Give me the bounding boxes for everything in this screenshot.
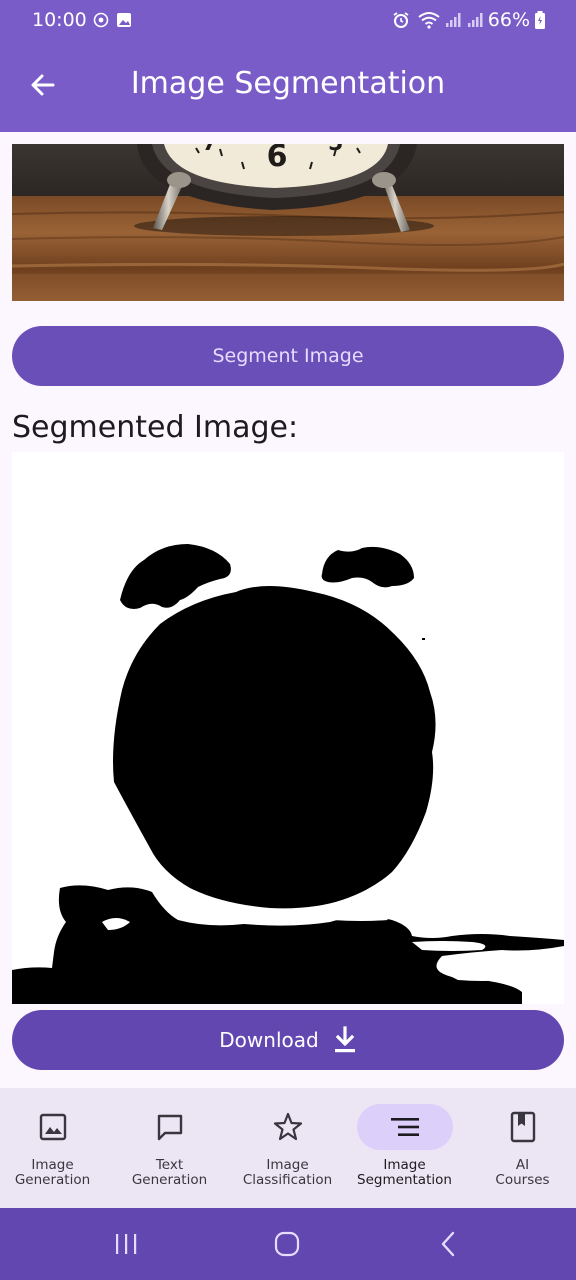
svg-text:7: 7: [202, 144, 217, 156]
nav-item-text-generation[interactable]: Text Generation: [112, 1088, 227, 1208]
nav-pill: [356, 1104, 453, 1150]
svg-text:6: 6: [267, 144, 288, 174]
page-title: Image Segmentation: [130, 66, 446, 101]
download-button[interactable]: Download: [12, 1010, 564, 1070]
download-icon: [334, 1026, 355, 1053]
nav-label: Image Generation: [14, 1157, 91, 1188]
svg-text:5: 5: [328, 144, 343, 156]
star-icon: [273, 1112, 302, 1141]
download-label: Download: [219, 1028, 319, 1052]
nav-item-ai-courses[interactable]: AI Courses: [465, 1088, 576, 1208]
book-icon: [510, 1111, 535, 1143]
alarm-icon: [393, 12, 409, 28]
home-icon: [274, 1231, 300, 1257]
signal-icon: [468, 13, 483, 27]
nav-item-image-classification[interactable]: Image Classification: [230, 1088, 345, 1208]
app-bar: Image Segmentation: [0, 42, 576, 132]
nav-pill: [240, 1104, 336, 1150]
battery-icon: [535, 11, 545, 29]
recents-button[interactable]: [96, 1226, 156, 1262]
system-back-button[interactable]: [418, 1226, 478, 1262]
nav-pill: [5, 1104, 101, 1150]
nav-item-image-generation[interactable]: Image Generation: [0, 1088, 110, 1208]
nav-item-image-segmentation[interactable]: Image Segmentation: [347, 1088, 462, 1208]
nav-pill: [122, 1104, 218, 1150]
signal-icon: [446, 13, 461, 27]
main-content[interactable]: 6 5 7 Segment Image Segmented Image:: [0, 132, 576, 1088]
source-image: 6 5 7: [12, 144, 564, 301]
recents-icon: [116, 1234, 137, 1254]
system-navigation-bar: [0, 1208, 576, 1280]
gallery-icon: [117, 13, 131, 27]
nav-label: Text Generation: [131, 1157, 208, 1188]
segmented-image-heading: Segmented Image:: [12, 410, 299, 445]
nav-label: Image Segmentation: [357, 1157, 452, 1188]
back-icon: [441, 1231, 455, 1257]
home-button[interactable]: [257, 1226, 317, 1262]
battery-percent: 66%: [487, 9, 530, 31]
nav-label: AI Courses: [495, 1157, 550, 1188]
nav-pill: [475, 1104, 571, 1150]
nav-label: Image Classification: [242, 1157, 333, 1188]
segmented-image: [12, 452, 564, 1004]
whatsapp-icon: [93, 12, 109, 28]
status-time: 10:00: [32, 9, 87, 31]
segment-image-button[interactable]: Segment Image: [12, 326, 564, 386]
wifi-icon: [418, 12, 440, 29]
segment-lines-icon: [390, 1118, 419, 1136]
chat-bubble-icon: [157, 1114, 182, 1141]
bottom-navigation: Image Generation Text Generation Image C…: [0, 1088, 576, 1208]
status-bar: 10:00 66%: [0, 0, 576, 42]
image-icon: [39, 1113, 66, 1141]
